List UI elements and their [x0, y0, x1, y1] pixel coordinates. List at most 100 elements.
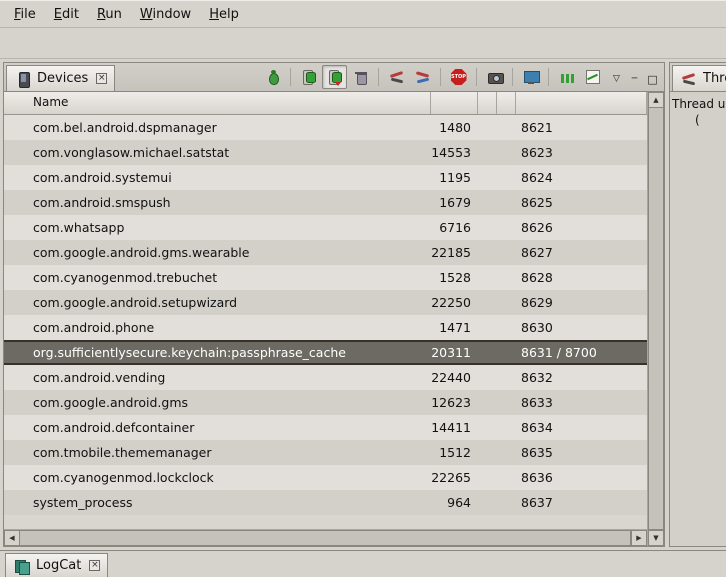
update-threads-button[interactable] [384, 65, 409, 89]
table-row[interactable]: com.android.phone14718630 [4, 315, 647, 340]
cell-process-name: com.android.defcontainer [4, 420, 431, 435]
table-row[interactable]: system_process9648637 [4, 490, 647, 515]
heap-chart-button[interactable] [580, 65, 605, 89]
menu-item-window[interactable]: Window [131, 3, 200, 26]
sysinfo-button[interactable] [554, 65, 579, 89]
menu-item-help[interactable]: Help [200, 3, 248, 26]
scroll-left-icon[interactable] [4, 530, 20, 546]
logcat-bar: LogCat [0, 550, 726, 577]
stop-process-icon: STOP [450, 68, 468, 86]
cell-port: 8627 [516, 245, 647, 260]
scroll-down-icon[interactable] [648, 530, 664, 546]
scroll-up-icon[interactable] [648, 92, 664, 108]
download-arrow-icon [335, 82, 341, 86]
cell-process-name: com.vonglasow.michael.satstat [4, 145, 431, 160]
cell-process-name: com.android.phone [4, 320, 431, 335]
cell-port: 8628 [516, 270, 647, 285]
update-heap-icon [300, 68, 318, 86]
devices-toolbar: STOP [260, 65, 608, 91]
update-heap-button[interactable] [296, 65, 321, 89]
horizontal-scrollbar-thumb[interactable] [20, 530, 631, 546]
tab-logcat[interactable]: LogCat [5, 553, 108, 577]
cell-pid: 14553 [431, 145, 478, 160]
capture-video-icon [522, 68, 540, 86]
cell-process-name: com.google.android.gms [4, 395, 431, 410]
maximize-icon[interactable] [644, 71, 661, 87]
cell-pid: 20311 [431, 345, 478, 360]
table-row[interactable]: com.android.vending224408632 [4, 365, 647, 390]
toolbar-separator [548, 68, 549, 86]
method-profiling-button[interactable] [410, 65, 435, 89]
minimize-icon[interactable] [626, 71, 643, 87]
toolbar-separator [440, 68, 441, 86]
column-header-name[interactable]: Name [4, 92, 431, 114]
cell-process-name: com.android.vending [4, 370, 431, 385]
column-header[interactable] [478, 92, 497, 114]
table-row[interactable]: com.cyanogenmod.trebuchet15288628 [4, 265, 647, 290]
table-row[interactable]: com.tmobile.thememanager15128635 [4, 440, 647, 465]
close-icon[interactable] [96, 73, 107, 84]
devices-window-buttons [608, 71, 664, 91]
cell-pid: 1528 [431, 270, 478, 285]
tab-threads[interactable]: Threads [672, 65, 726, 91]
screen-capture-button[interactable] [482, 65, 507, 89]
table-row[interactable]: com.google.android.setupwizard222508629 [4, 290, 647, 315]
cell-pid: 1480 [431, 120, 478, 135]
cell-pid: 22250 [431, 295, 478, 310]
capture-video-button[interactable] [518, 65, 543, 89]
threads-message-line1: Thread up [672, 96, 724, 112]
table-row[interactable]: com.cyanogenmod.lockclock222658636 [4, 465, 647, 490]
cell-port: 8634 [516, 420, 647, 435]
toolbar-separator [512, 68, 513, 86]
table-row[interactable]: com.vonglasow.michael.satstat145538623 [4, 140, 647, 165]
device-icon [14, 70, 32, 88]
threads-icon [680, 70, 698, 88]
sysinfo-icon [558, 68, 576, 86]
close-icon[interactable] [89, 560, 100, 571]
tab-devices[interactable]: Devices [6, 65, 115, 91]
view-menu-icon[interactable] [608, 71, 625, 87]
cell-process-name: com.android.systemui [4, 170, 431, 185]
menu-bar: FileEditRunWindowHelp [0, 1, 726, 28]
table-row[interactable]: com.bel.android.dspmanager1480 8621 [4, 115, 647, 140]
table-row[interactable]: com.google.android.gms126238633 [4, 390, 647, 415]
threads-view: Threads Thread up ( [669, 62, 726, 547]
debug-process-button[interactable] [260, 65, 285, 89]
cell-pid: 1471 [431, 320, 478, 335]
table-row[interactable]: com.whatsapp67168626 [4, 215, 647, 240]
menu-item-file[interactable]: File [5, 3, 45, 26]
scroll-right-icon[interactable] [631, 530, 647, 546]
menu-item-run[interactable]: Run [88, 3, 131, 26]
devices-view-header: Devices STOP [4, 63, 664, 92]
menu-item-edit[interactable]: Edit [45, 3, 88, 26]
table-row[interactable]: com.android.systemui11958624 [4, 165, 647, 190]
cell-port: 8632 [516, 370, 647, 385]
cell-process-name: com.google.android.gms.wearable [4, 245, 431, 260]
cell-port: 8626 [516, 220, 647, 235]
update-threads-icon [388, 68, 406, 86]
table-row[interactable]: com.android.defcontainer144118634 [4, 415, 647, 440]
cause-gc-button[interactable] [348, 65, 373, 89]
cell-process-name: com.google.android.setupwizard [4, 295, 431, 310]
cell-pid: 6716 [431, 220, 478, 235]
table-row[interactable]: org.sufficientlysecure.keychain:passphra… [4, 340, 647, 365]
cell-process-name: com.tmobile.thememanager [4, 445, 431, 460]
cell-port: 8621 [516, 120, 647, 135]
column-header[interactable] [516, 92, 647, 114]
cell-process-name: com.android.smspush [4, 195, 431, 210]
stop-process-button[interactable]: STOP [446, 65, 471, 89]
table-row[interactable]: com.android.smspush16798625 [4, 190, 647, 215]
cell-process-name: com.bel.android.dspmanager [4, 120, 431, 135]
dump-hprof-button[interactable] [322, 65, 347, 89]
table-row[interactable]: com.google.android.gms.wearable221858627 [4, 240, 647, 265]
horizontal-scrollbar[interactable] [4, 529, 647, 546]
heap-chart-icon [584, 68, 602, 86]
vertical-scrollbar[interactable] [647, 92, 664, 546]
vertical-scrollbar-thumb[interactable] [648, 108, 664, 530]
threads-message: Thread up ( [670, 92, 726, 546]
column-header[interactable] [431, 92, 478, 114]
tab-logcat-label: LogCat [36, 558, 81, 573]
threads-message-line2: ( [672, 112, 724, 128]
column-header[interactable] [497, 92, 516, 114]
cell-pid: 1195 [431, 170, 478, 185]
